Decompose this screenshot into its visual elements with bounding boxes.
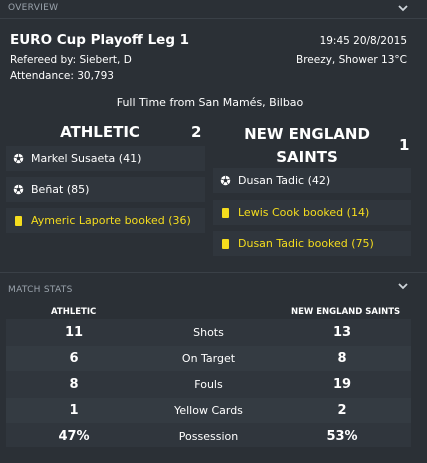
away-team-name-line1: NEW ENGLAND <box>244 125 370 143</box>
away-event-text[interactable]: Dusan Tadic booked (75) <box>238 237 374 250</box>
stat-label: Fouls <box>194 378 223 391</box>
chevron-down-icon[interactable] <box>397 281 411 293</box>
stat-row: 6 On Target 8 <box>6 346 411 371</box>
stats-home-header: ATHLETIC <box>51 307 97 317</box>
away-event-text[interactable]: Lewis Cook booked (14) <box>238 206 369 219</box>
home-event-text[interactable]: Markel Susaeta (41) <box>31 152 141 165</box>
home-team-name[interactable]: ATHLETIC <box>30 123 170 141</box>
stat-row: 11 Shots 13 <box>6 320 411 345</box>
attendance-text: Attendance: 30,793 <box>10 70 114 82</box>
stat-away-value: 53% <box>326 429 358 444</box>
result-line: Full Time from San Mamés, Bilbao <box>116 96 304 109</box>
stat-away-value: 13 <box>332 325 352 340</box>
overview-header: OVERVIEW <box>0 0 427 18</box>
football-icon <box>12 153 24 165</box>
stat-home-value: 6 <box>69 351 79 366</box>
stat-label: Yellow Cards <box>174 404 243 417</box>
away-event-row: Dusan Tadic (42) <box>213 168 411 193</box>
home-event-row: Beñat (85) <box>6 177 205 202</box>
stat-row: 8 Fouls 19 <box>6 372 411 397</box>
home-score: 2 <box>191 123 202 141</box>
home-event-row: Markel Susaeta (41) <box>6 146 205 171</box>
yellow-card-icon <box>219 238 231 250</box>
home-event-text[interactable]: Aymeric Laporte booked (36) <box>31 214 191 227</box>
yellow-card-icon <box>12 215 24 227</box>
overview-section-title: OVERVIEW <box>8 3 59 13</box>
stat-home-value: 47% <box>58 429 90 444</box>
match-datetime: 19:45 20/8/2015 <box>319 35 407 47</box>
stat-home-value: 11 <box>64 325 84 340</box>
away-score: 1 <box>399 136 410 154</box>
stats-away-header: NEW ENGLAND SAINTS <box>291 307 401 317</box>
referee-text: Refereed by: Siebert, D <box>10 54 132 66</box>
stat-away-value: 19 <box>332 377 352 392</box>
match-stats-header: MATCH STATS <box>0 281 427 299</box>
stat-away-value: 2 <box>337 403 347 418</box>
stat-label: Possession <box>178 430 239 443</box>
away-team-name-line2: SAINTS <box>276 148 338 166</box>
overview-divider <box>0 18 427 19</box>
away-event-row: Dusan Tadic booked (75) <box>213 231 411 256</box>
competition-title: EURO Cup Playoff Leg 1 <box>10 32 190 48</box>
stat-away-value: 8 <box>337 351 347 366</box>
away-event-text[interactable]: Dusan Tadic (42) <box>238 174 330 187</box>
match-stats-section-title: MATCH STATS <box>8 285 73 295</box>
away-event-row: Lewis Cook booked (14) <box>213 200 411 225</box>
weather-text: Breezy, Shower 13°C <box>296 54 407 66</box>
stat-row: 1 Yellow Cards 2 <box>6 398 411 423</box>
football-icon <box>219 175 231 187</box>
football-icon <box>12 184 24 196</box>
yellow-card-icon <box>219 207 231 219</box>
away-team-name[interactable]: NEW ENGLAND SAINTS <box>222 123 392 169</box>
stat-label: Shots <box>193 326 224 339</box>
home-event-text[interactable]: Beñat (85) <box>31 183 89 196</box>
stat-label: On Target <box>181 352 236 365</box>
stat-home-value: 8 <box>69 377 79 392</box>
chevron-down-icon[interactable] <box>397 3 411 15</box>
stat-row: 47% Possession 53% <box>6 424 411 449</box>
home-event-row: Aymeric Laporte booked (36) <box>6 208 205 233</box>
stats-divider <box>0 272 427 273</box>
stat-home-value: 1 <box>69 403 79 418</box>
